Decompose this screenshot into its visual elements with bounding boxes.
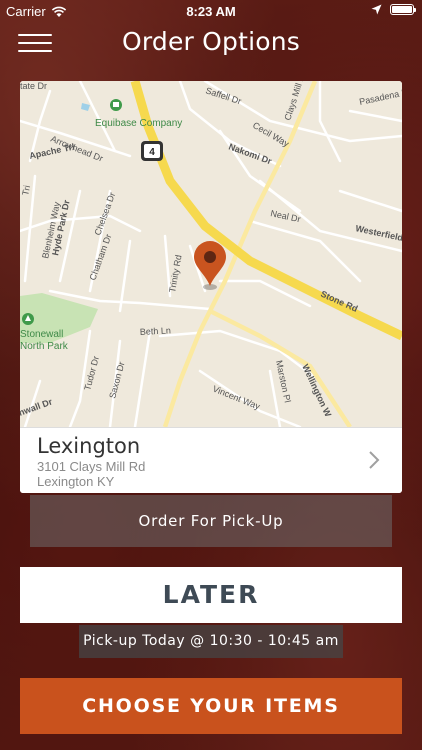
route-shield-label: 4 xyxy=(149,147,155,158)
location-name: Lexington xyxy=(37,434,141,458)
map-label-tate: tate Dr xyxy=(20,81,47,91)
order-type-button[interactable]: Order For Pick-Up xyxy=(30,495,392,547)
map-label-chelsea: Chelsea Dr xyxy=(92,191,117,237)
location-arrow-icon xyxy=(371,4,382,15)
pond-shape xyxy=(81,103,90,111)
location-city: Lexington KY xyxy=(37,474,115,489)
battery-icon xyxy=(390,4,416,15)
page-title: Order Options xyxy=(121,27,301,56)
map-label-beth: Beth Ln xyxy=(140,325,172,337)
later-button[interactable]: LATER xyxy=(20,567,402,623)
status-bar: Carrier 8:23 AM xyxy=(0,0,422,22)
map-label-marston: Marston Pl xyxy=(274,359,293,403)
location-row[interactable]: Lexington 3101 Clays Mill Rd Lexington K… xyxy=(20,427,402,493)
map-label-lri: Tri xyxy=(20,184,32,196)
map-label-cornwall: nwall Dr xyxy=(20,396,54,418)
chevron-right-icon xyxy=(369,451,380,469)
nav-bar: Order Options xyxy=(0,22,422,66)
map-label-trinity: Trinity Rd xyxy=(167,254,183,293)
map-label-stonewall: Stonewall xyxy=(20,329,63,340)
location-pin-icon[interactable] xyxy=(194,241,226,286)
map-label-saxon: Saxon Dr xyxy=(107,361,126,400)
pickup-time-label: Pick-up Today @ 10:30 - 10:45 am xyxy=(79,625,343,658)
location-card: tate Dr Saffell Dr Clays Mill Rd Pasaden… xyxy=(20,81,402,493)
map-view[interactable]: tate Dr Saffell Dr Clays Mill Rd Pasaden… xyxy=(20,81,402,427)
status-time: 8:23 AM xyxy=(186,4,236,19)
map-label-north-park: North Park xyxy=(20,341,69,352)
map-label-pasadena: Pasadena D xyxy=(358,87,402,107)
location-street: 3101 Clays Mill Rd xyxy=(37,459,146,474)
choose-items-button[interactable]: CHOOSE YOUR ITEMS xyxy=(20,678,402,734)
map-label-equibase: Equibase Company xyxy=(95,118,182,129)
map-label-vincent: Vincent Way xyxy=(211,384,262,412)
map-canvas: tate Dr Saffell Dr Clays Mill Rd Pasaden… xyxy=(20,81,402,427)
map-label-chatham: Chatham Dr xyxy=(87,233,113,282)
map-label-saffell: Saffell Dr xyxy=(204,85,242,106)
